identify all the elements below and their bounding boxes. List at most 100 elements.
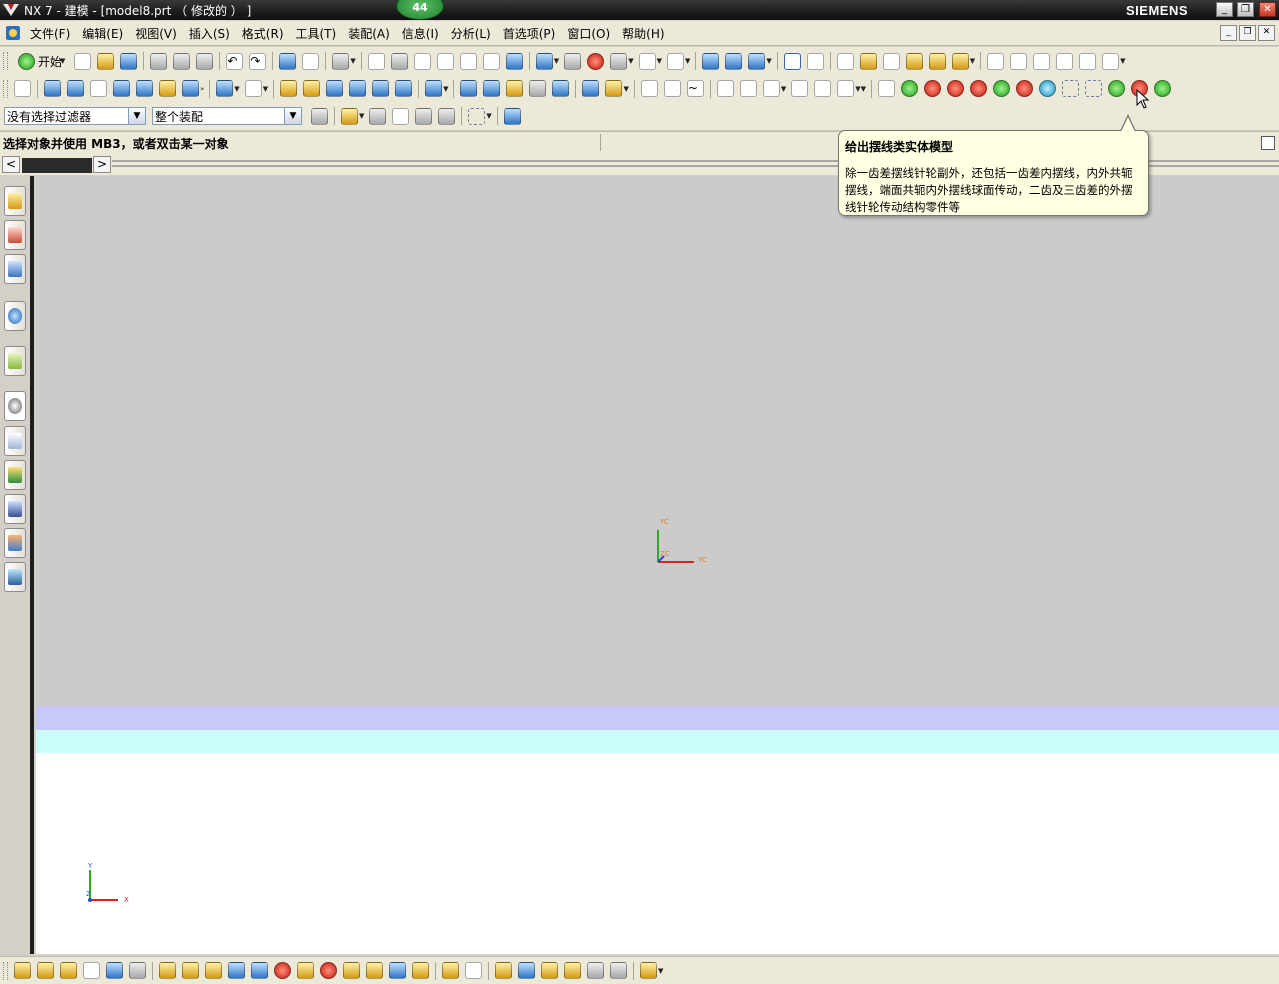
menu-preferences[interactable]: 首选项(P): [497, 25, 562, 42]
rotate-icon[interactable]: [459, 52, 477, 70]
snap-point-icon[interactable]: [783, 52, 801, 70]
select-all-icon[interactable]: [503, 107, 521, 125]
scroll-left-button[interactable]: <: [2, 156, 20, 173]
cut-icon[interactable]: [150, 52, 168, 70]
hide-icon[interactable]: [60, 962, 77, 979]
doc-restore-button[interactable]: ❐: [1239, 25, 1256, 41]
tab-part-navigator[interactable]: [4, 254, 26, 284]
tab-internet-explorer[interactable]: [4, 301, 26, 331]
green-planet-gear-icon[interactable]: [1154, 80, 1172, 97]
scroll-thumb[interactable]: [22, 158, 92, 173]
open-folder-icon[interactable]: [97, 52, 115, 70]
mate-component-icon[interactable]: [228, 962, 245, 979]
orient-view-icon[interactable]: [610, 52, 628, 70]
clone-icon[interactable]: [587, 962, 604, 979]
command-finder-icon[interactable]: [302, 52, 320, 70]
select-face-icon[interactable]: [438, 107, 456, 125]
wave-geometry-linker-icon[interactable]: [366, 962, 383, 979]
zoom-icon[interactable]: [390, 52, 408, 70]
wcs-triad[interactable]: YC YC ZC: [648, 512, 738, 572]
notification-badge[interactable]: 44: [396, 0, 444, 20]
rectangle-select-icon[interactable]: [468, 107, 486, 125]
red-bevel-gear-icon[interactable]: [970, 80, 988, 97]
menu-window[interactable]: 窗口(O): [561, 25, 616, 42]
add-component-icon[interactable]: [159, 962, 176, 979]
component-icon[interactable]: [216, 80, 234, 97]
select-body-icon[interactable]: [392, 107, 410, 125]
perspective-icon[interactable]: [482, 52, 500, 70]
chevron-down-icon[interactable]: ▼: [284, 108, 301, 124]
menu-edit[interactable]: 编辑(E): [76, 25, 129, 42]
reference-set-icon[interactable]: [495, 962, 512, 979]
tab-reuse-library[interactable]: [4, 346, 26, 376]
graphics-window[interactable]: YC YC ZC Y X Z: [36, 176, 1279, 954]
blend-icon[interactable]: [529, 80, 547, 97]
zoom-in-out-icon[interactable]: [413, 52, 431, 70]
close-button[interactable]: ✕: [1259, 2, 1276, 17]
new-file-icon[interactable]: [74, 52, 92, 70]
cube-icon[interactable]: [395, 80, 413, 97]
replace-component-icon[interactable]: [320, 962, 337, 979]
blank-icon[interactable]: [106, 962, 123, 979]
sheet-metal-icon[interactable]: [90, 80, 107, 97]
assembly-constraints-icon[interactable]: [640, 962, 657, 979]
chevron-down-icon[interactable]: ▼: [657, 57, 662, 65]
dotted-gear-icon[interactable]: [1085, 80, 1103, 97]
book-open-icon[interactable]: [326, 80, 344, 97]
create-parent-icon[interactable]: [205, 962, 222, 979]
green-shaft-icon[interactable]: [993, 80, 1011, 97]
wcs-origin-icon[interactable]: [725, 52, 743, 70]
app-menu-icon[interactable]: [5, 25, 21, 41]
background-icon[interactable]: [638, 52, 656, 70]
more-tools-icon[interactable]: »: [200, 85, 204, 93]
arrangements-icon[interactable]: [564, 962, 581, 979]
snap-selection-icon[interactable]: [341, 107, 358, 125]
mass-properties-icon[interactable]: [951, 52, 969, 70]
pipe-icon[interactable]: [113, 80, 130, 97]
doc-minimize-button[interactable]: _: [1220, 25, 1237, 41]
load-options-icon[interactable]: [518, 962, 535, 979]
chevron-down-icon[interactable]: ▼: [128, 108, 145, 124]
offset-curve-icon[interactable]: [1079, 52, 1097, 70]
wave-icon[interactable]: ~: [686, 80, 704, 97]
menu-information[interactable]: 信息(I): [396, 25, 445, 42]
chevron-down-icon[interactable]: ▼: [781, 85, 786, 93]
chevron-down-icon[interactable]: ▼: [658, 967, 663, 975]
revolve-icon[interactable]: [303, 80, 321, 97]
cyan-ring-icon[interactable]: [1039, 80, 1057, 97]
wcs-orient-icon[interactable]: [748, 52, 766, 70]
tab-palettes[interactable]: [4, 528, 26, 558]
book-icon[interactable]: [44, 80, 61, 97]
chevron-down-icon[interactable]: ▼: [359, 112, 364, 120]
selection-scope-select[interactable]: 整个装配 ▼: [152, 107, 302, 125]
point-constructor-icon[interactable]: [806, 52, 824, 70]
lock-icon[interactable]: [541, 962, 558, 979]
datum-plane-icon[interactable]: [762, 80, 780, 97]
flange-icon[interactable]: [136, 80, 153, 97]
mirror-assembly-icon[interactable]: [274, 962, 291, 979]
chevron-down-icon[interactable]: ▼: [486, 112, 491, 120]
pattern-icon[interactable]: [837, 80, 855, 97]
menu-tools[interactable]: 工具(T): [290, 25, 343, 42]
intersect-curve-icon[interactable]: [1033, 52, 1051, 70]
exploded-views-icon[interactable]: [343, 962, 360, 979]
datum-csys-icon[interactable]: [814, 80, 832, 97]
edge-blend-icon[interactable]: [716, 80, 734, 97]
wave-interpart-icon[interactable]: [610, 962, 627, 979]
assembly-navigator-icon[interactable]: [14, 80, 31, 97]
sheet-icon[interactable]: [372, 80, 390, 97]
cycloid-model-icon[interactable]: [1062, 80, 1080, 97]
redo-icon[interactable]: ↷: [249, 52, 267, 70]
new-component-icon[interactable]: [182, 962, 199, 979]
toolbar-grip[interactable]: [3, 79, 8, 98]
chamfer-icon[interactable]: [739, 80, 757, 97]
undo-icon[interactable]: ↶: [226, 52, 244, 70]
window-options-icon[interactable]: [1261, 136, 1275, 150]
block-icon[interactable]: [182, 80, 199, 97]
chevron-down-icon[interactable]: ▼: [970, 57, 975, 65]
measure-length-icon[interactable]: [859, 52, 877, 70]
trim-body-icon[interactable]: [582, 80, 600, 97]
sweep-icon[interactable]: [605, 80, 623, 97]
toolbar-grip[interactable]: [3, 52, 8, 70]
make-displayed-part-icon[interactable]: [465, 962, 482, 979]
